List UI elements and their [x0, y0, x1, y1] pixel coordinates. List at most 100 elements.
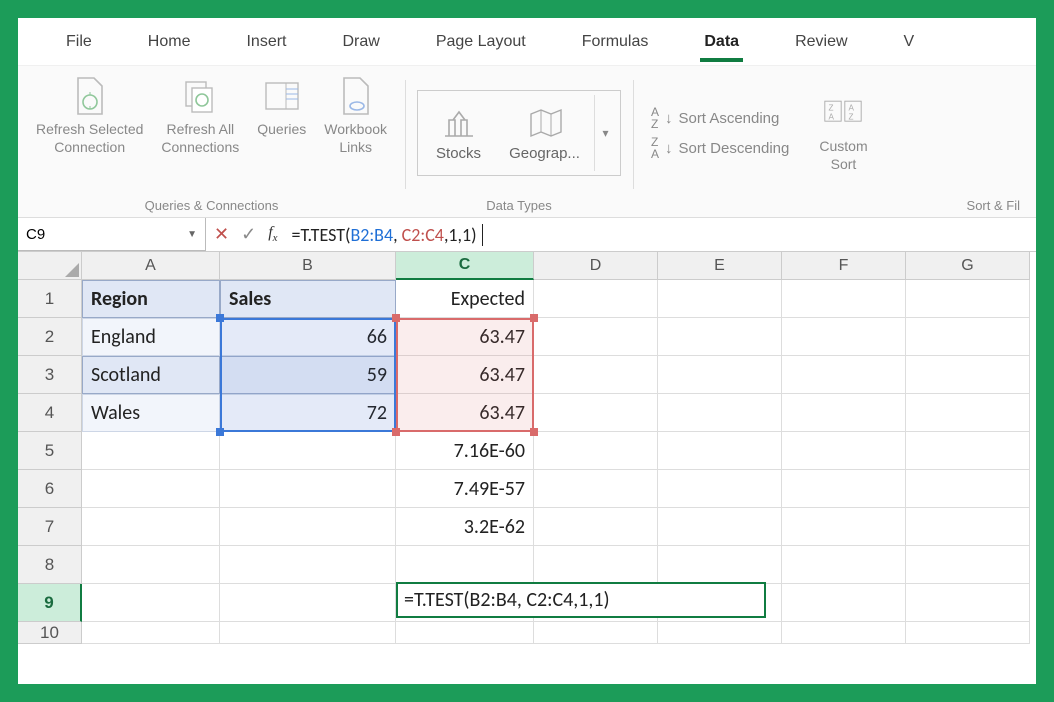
range-handle[interactable] — [530, 428, 538, 436]
cell-B3[interactable]: 59 — [220, 356, 396, 394]
cell-A7[interactable] — [82, 508, 220, 546]
cell-G3[interactable] — [906, 356, 1030, 394]
cell-E7[interactable] — [658, 508, 782, 546]
cell-F4[interactable] — [782, 394, 906, 432]
workbook-links-button[interactable]: Workbook Links — [318, 72, 393, 160]
geography-button[interactable]: Geograp... — [495, 99, 594, 168]
cell-G5[interactable] — [906, 432, 1030, 470]
col-header-B[interactable]: B — [220, 252, 396, 280]
enter-button[interactable]: ✓ — [241, 224, 256, 245]
tab-file[interactable]: File — [38, 18, 120, 66]
cell-B2[interactable]: 66 — [220, 318, 396, 356]
cell-G10[interactable] — [906, 622, 1030, 644]
cell-G4[interactable] — [906, 394, 1030, 432]
cancel-button[interactable]: ✕ — [214, 224, 229, 245]
range-handle[interactable] — [392, 314, 400, 322]
cell-A1[interactable]: Region — [82, 280, 220, 318]
cell-D7[interactable] — [534, 508, 658, 546]
cell-G7[interactable] — [906, 508, 1030, 546]
cell-A3[interactable]: Scotland — [82, 356, 220, 394]
cell-A8[interactable] — [82, 546, 220, 584]
data-types-more[interactable]: ▾ — [594, 95, 616, 171]
cell-C5[interactable]: 7.16E-60 — [396, 432, 534, 470]
custom-sort-button[interactable]: ZAAZ Custom Sort — [813, 89, 873, 177]
cell-G2[interactable] — [906, 318, 1030, 356]
col-header-D[interactable]: D — [534, 252, 658, 280]
cell-D4[interactable] — [534, 394, 658, 432]
tab-review[interactable]: Review — [767, 18, 875, 66]
cell-A4[interactable]: Wales — [82, 394, 220, 432]
cell-F2[interactable] — [782, 318, 906, 356]
tab-data[interactable]: Data — [676, 18, 767, 66]
cell-B5[interactable] — [220, 432, 396, 470]
cell-F9[interactable] — [782, 584, 906, 622]
name-box[interactable]: C9 ▼ — [18, 218, 206, 251]
cell-G8[interactable] — [906, 546, 1030, 584]
cell-B8[interactable] — [220, 546, 396, 584]
cell-D5[interactable] — [534, 432, 658, 470]
formula-input[interactable]: =T.TEST(B2:B4, C2:C4,1,1) — [286, 224, 1036, 246]
tab-draw[interactable]: Draw — [314, 18, 407, 66]
cell-F7[interactable] — [782, 508, 906, 546]
active-cell-editor[interactable]: =T.TEST(B2:B4, C2:C4,1,1) — [396, 582, 766, 618]
row-header-8[interactable]: 8 — [18, 546, 82, 584]
cell-B6[interactable] — [220, 470, 396, 508]
tab-formulas[interactable]: Formulas — [554, 18, 677, 66]
cell-A10[interactable] — [82, 622, 220, 644]
row-header-2[interactable]: 2 — [18, 318, 82, 356]
cell-F5[interactable] — [782, 432, 906, 470]
cell-D3[interactable] — [534, 356, 658, 394]
cell-F6[interactable] — [782, 470, 906, 508]
insert-function-button[interactable]: fx — [268, 224, 277, 244]
cell-D6[interactable] — [534, 470, 658, 508]
cell-C6[interactable]: 7.49E-57 — [396, 470, 534, 508]
stocks-button[interactable]: Stocks — [422, 99, 495, 168]
tab-page-layout[interactable]: Page Layout — [408, 18, 554, 66]
cell-C3[interactable]: 63.47 — [396, 356, 534, 394]
tab-insert[interactable]: Insert — [218, 18, 314, 66]
row-header-9[interactable]: 9 — [18, 584, 82, 622]
queries-button[interactable]: Queries — [251, 72, 312, 142]
cell-A2[interactable]: England — [82, 318, 220, 356]
range-handle[interactable] — [216, 428, 224, 436]
cell-C2[interactable]: 63.47 — [396, 318, 534, 356]
select-all-corner[interactable] — [18, 252, 82, 280]
range-handle[interactable] — [392, 428, 400, 436]
refresh-selected-button[interactable]: Refresh Selected Connection — [30, 72, 149, 160]
col-header-E[interactable]: E — [658, 252, 782, 280]
cell-F1[interactable] — [782, 280, 906, 318]
sort-descending-button[interactable]: ZA ↓ Sort Descending — [651, 136, 789, 160]
range-handle[interactable] — [530, 314, 538, 322]
col-header-A[interactable]: A — [82, 252, 220, 280]
cell-E4[interactable] — [658, 394, 782, 432]
cell-G6[interactable] — [906, 470, 1030, 508]
cell-C7[interactable]: 3.2E-62 — [396, 508, 534, 546]
cell-A6[interactable] — [82, 470, 220, 508]
cell-C1[interactable]: Expected — [396, 280, 534, 318]
row-header-6[interactable]: 6 — [18, 470, 82, 508]
range-handle[interactable] — [216, 314, 224, 322]
col-header-F[interactable]: F — [782, 252, 906, 280]
cell-F3[interactable] — [782, 356, 906, 394]
row-header-4[interactable]: 4 — [18, 394, 82, 432]
cell-G9[interactable] — [906, 584, 1030, 622]
cell-D8[interactable] — [534, 546, 658, 584]
cell-G1[interactable] — [906, 280, 1030, 318]
cell-B7[interactable] — [220, 508, 396, 546]
cell-C10[interactable] — [396, 622, 534, 644]
cell-C4[interactable]: 63.47 — [396, 394, 534, 432]
cell-B4[interactable]: 72 — [220, 394, 396, 432]
cell-E2[interactable] — [658, 318, 782, 356]
cell-E10[interactable] — [658, 622, 782, 644]
cell-D2[interactable] — [534, 318, 658, 356]
cell-A5[interactable] — [82, 432, 220, 470]
cell-E1[interactable] — [658, 280, 782, 318]
cell-E8[interactable] — [658, 546, 782, 584]
row-header-3[interactable]: 3 — [18, 356, 82, 394]
tab-view[interactable]: V — [876, 18, 921, 66]
col-header-G[interactable]: G — [906, 252, 1030, 280]
cell-F8[interactable] — [782, 546, 906, 584]
cell-D10[interactable] — [534, 622, 658, 644]
cell-D1[interactable] — [534, 280, 658, 318]
refresh-all-button[interactable]: Refresh All Connections — [155, 72, 245, 160]
